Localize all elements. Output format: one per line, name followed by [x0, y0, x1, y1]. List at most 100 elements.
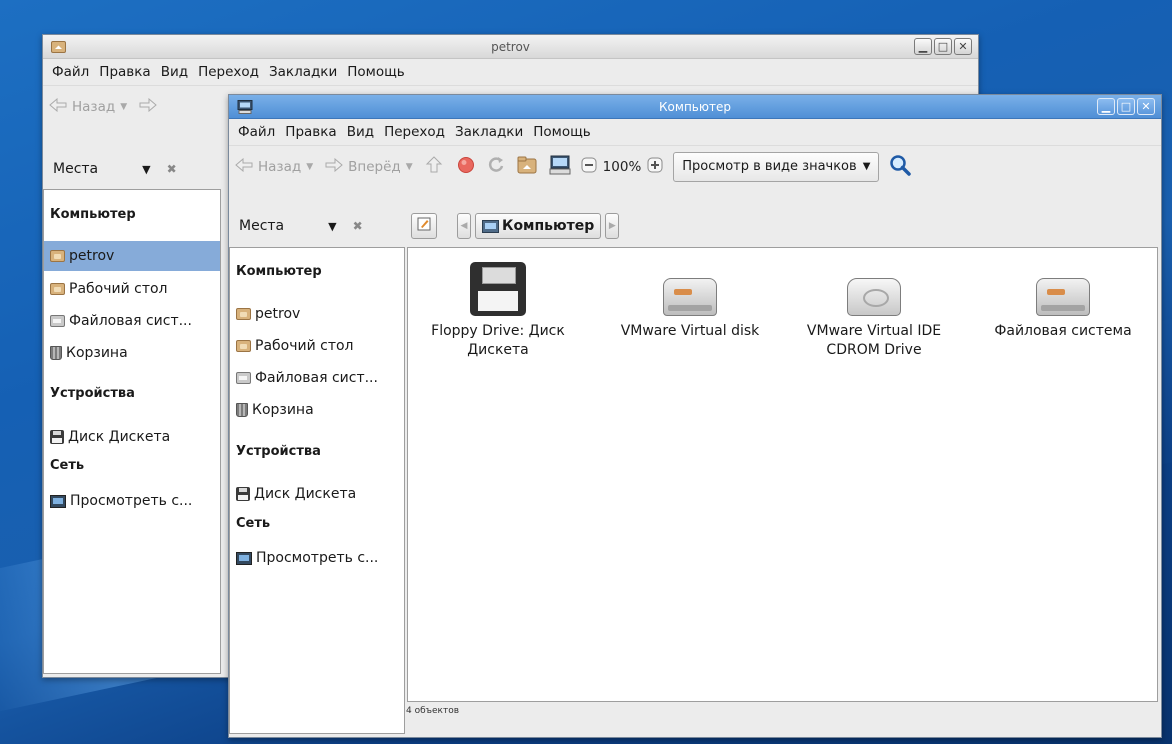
places-selector[interactable]: Места ▼ ✖ [43, 149, 221, 189]
sidebar-item-trash[interactable]: Корзина [236, 402, 314, 418]
cdrom-drive-icon [847, 278, 901, 316]
menu-help[interactable]: Помощь [342, 64, 410, 80]
file-item-cdrom[interactable]: VMware Virtual IDE CDROM Drive [789, 262, 959, 360]
file-item-floppy[interactable]: Floppy Drive: Диск Дискета [413, 262, 583, 360]
pencil-icon [417, 217, 431, 235]
close-panel-icon[interactable]: ✖ [167, 162, 177, 176]
path-scroll-right[interactable]: ▶ [605, 213, 620, 239]
network-icon [236, 551, 252, 565]
home-folder-icon [51, 40, 66, 53]
floppy-icon [50, 430, 64, 444]
zoom-out-icon[interactable] [581, 157, 597, 177]
menu-go[interactable]: Переход [379, 124, 450, 140]
sidebar-item-desktop[interactable]: Рабочий стол [50, 281, 168, 297]
sidebar-item-desktop[interactable]: Рабочий стол [236, 338, 354, 354]
trash-icon [50, 346, 62, 360]
network-icon [50, 494, 66, 508]
dropdown-arrow-icon: ▼ [405, 161, 413, 172]
dropdown-arrow-icon: ▼ [306, 161, 314, 172]
drive-icon [236, 372, 251, 384]
dropdown-arrow-icon: ▼ [142, 162, 151, 176]
minimize-button[interactable]: ▁ [914, 38, 932, 55]
file-item-virtual-disk[interactable]: VMware Virtual disk [605, 262, 775, 341]
file-item-filesystem[interactable]: Файловая система [978, 262, 1148, 341]
places-label: Места [53, 161, 99, 177]
hard-disk-icon [1036, 278, 1090, 316]
sidebar-item-filesystem[interactable]: Файловая сист... [50, 313, 192, 329]
sidebar-header-devices: Устройства [50, 386, 135, 401]
sidebar-header-network: Сеть [236, 516, 271, 531]
location-bar: ◀ Компьютер ▶ [411, 211, 620, 241]
sidebar-item-trash[interactable]: Корзина [50, 345, 128, 361]
window-title: petrov [491, 39, 530, 54]
drive-icon [50, 315, 65, 327]
file-view[interactable]: Floppy Drive: Диск Дискета VMware Virtua… [407, 247, 1158, 702]
window-title: Компьютер [659, 99, 731, 114]
stop-icon[interactable] [457, 156, 475, 178]
sidebar-item-floppy[interactable]: Диск Дискета [50, 429, 170, 445]
path-scroll-left[interactable]: ◀ [457, 213, 471, 239]
sidebar-item-floppy[interactable]: Диск Дискета [236, 486, 356, 502]
dropdown-arrow-icon: ▼ [862, 161, 871, 172]
dropdown-arrow-icon: ▼ [328, 219, 337, 233]
up-arrow-icon[interactable] [425, 155, 443, 178]
home-folder-icon[interactable] [517, 156, 537, 178]
menu-bookmarks[interactable]: Закладки [450, 124, 528, 140]
sidebar-item-petrov[interactable]: petrov [236, 306, 300, 322]
window-computer[interactable]: Компьютер ▁ □ ✕ Файл Правка Вид Переход … [228, 94, 1162, 738]
places-selector[interactable]: Места ▼ ✖ [229, 205, 407, 247]
menu-edit[interactable]: Правка [94, 64, 155, 80]
sidebar-item-filesystem[interactable]: Файловая сист... [236, 370, 378, 386]
back-arrow-icon [235, 157, 253, 176]
sidebar-item-petrov[interactable]: petrov [44, 241, 220, 271]
close-panel-icon[interactable]: ✖ [353, 219, 363, 233]
menu-go[interactable]: Переход [193, 64, 264, 80]
maximize-button[interactable]: □ [934, 38, 952, 55]
computer-icon[interactable] [549, 155, 571, 179]
close-button[interactable]: ✕ [1137, 98, 1155, 115]
menu-edit[interactable]: Правка [280, 124, 341, 140]
forward-button[interactable]: Вперёд ▼ [325, 157, 413, 176]
menu-view[interactable]: Вид [156, 64, 193, 80]
zoom-in-icon[interactable] [647, 157, 663, 177]
edit-location-button[interactable] [411, 213, 437, 239]
back-button[interactable]: Назад ▼ [235, 157, 314, 176]
menubar: Файл Правка Вид Переход Закладки Помощь [43, 59, 978, 85]
file-label: Floppy Drive: Диск Дискета [431, 323, 565, 358]
dropdown-arrow-icon: ▼ [120, 101, 128, 112]
menu-help[interactable]: Помощь [528, 124, 596, 140]
desktop-folder-icon [236, 340, 251, 352]
toolbar: Назад ▼ Вперёд ▼ 100% Просмотр в виде зн… [229, 145, 1161, 187]
maximize-button[interactable]: □ [1117, 98, 1135, 115]
titlebar-petrov[interactable]: petrov ▁ □ ✕ [43, 35, 978, 59]
minimize-button[interactable]: ▁ [1097, 98, 1115, 115]
menubar: Файл Правка Вид Переход Закладки Помощь [229, 119, 1161, 145]
menu-file[interactable]: Файл [47, 64, 94, 80]
forward-button[interactable] [139, 97, 157, 116]
zoom-level[interactable]: 100% [603, 159, 642, 175]
view-mode-select[interactable]: Просмотр в виде значков ▼ [673, 151, 880, 182]
close-button[interactable]: ✕ [954, 38, 972, 55]
computer-icon [482, 219, 499, 233]
path-button-computer[interactable]: Компьютер [475, 213, 602, 239]
sidebar-header-computer: Компьютер [236, 264, 322, 279]
file-label: Файловая система [994, 323, 1132, 339]
sidebar-places: Компьютер petrov Рабочий стол Файловая с… [229, 247, 405, 734]
computer-icon [237, 100, 253, 114]
sidebar-item-network[interactable]: Просмотреть с... [50, 493, 192, 509]
menu-bookmarks[interactable]: Закладки [264, 64, 342, 80]
places-label: Места [239, 218, 285, 234]
sidebar-header-network: Сеть [50, 458, 85, 473]
floppy-drive-icon [470, 262, 526, 316]
back-button[interactable]: Назад ▼ [49, 97, 128, 116]
reload-icon[interactable] [487, 156, 505, 178]
forward-arrow-icon [325, 157, 343, 176]
titlebar-computer[interactable]: Компьютер ▁ □ ✕ [229, 95, 1161, 119]
search-icon[interactable] [889, 154, 912, 180]
sidebar-header-devices: Устройства [236, 444, 321, 459]
sidebar-item-network[interactable]: Просмотреть с... [236, 550, 378, 566]
menu-view[interactable]: Вид [342, 124, 379, 140]
menu-file[interactable]: Файл [233, 124, 280, 140]
hard-disk-icon [663, 278, 717, 316]
home-folder-icon [236, 308, 251, 320]
